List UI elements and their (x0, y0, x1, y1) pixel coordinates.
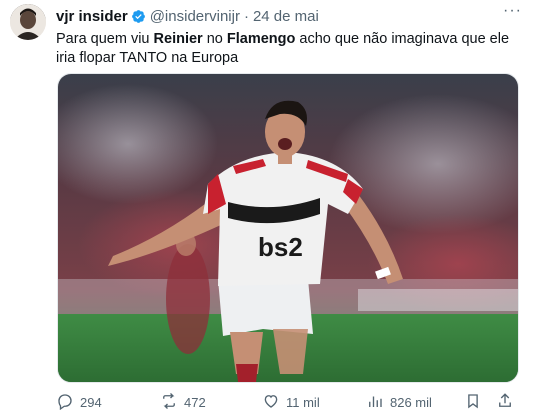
display-name[interactable]: vjr insider (56, 8, 128, 25)
views-button[interactable]: 826 mil (366, 392, 432, 413)
user-handle[interactable]: @insidervinijr (150, 8, 240, 25)
tweet-photo[interactable]: bs2 (57, 73, 519, 383)
more-icon[interactable]: ··· (503, 2, 522, 20)
views-count: 826 mil (390, 394, 432, 410)
avatar[interactable] (10, 4, 46, 40)
retweet-icon (160, 392, 184, 413)
verified-icon (131, 9, 146, 24)
like-icon (262, 392, 286, 413)
jersey-sponsor-text: bs2 (258, 232, 303, 262)
text-bold-reinier: Reinier (153, 31, 203, 47)
tweet-date[interactable]: 24 de mai (253, 8, 319, 25)
retweet-button[interactable]: 472 (160, 392, 206, 413)
share-button[interactable] (496, 392, 520, 413)
like-button[interactable]: 11 mil (262, 392, 320, 413)
bookmark-button[interactable] (464, 392, 488, 413)
views-icon (366, 392, 390, 413)
tweet: vjr insider @insidervinijr · 24 de mai ·… (0, 0, 534, 415)
text-part: Para quem viu (56, 31, 154, 47)
separator-dot: · (243, 7, 249, 25)
reply-icon (56, 392, 80, 413)
text-part: no (202, 31, 227, 47)
tweet-text: Para quem viu Reinier no Flamengo acho q… (56, 30, 521, 68)
like-count: 11 mil (286, 394, 320, 410)
reply-button[interactable]: 294 (56, 392, 102, 413)
retweet-count: 472 (184, 394, 206, 410)
reply-count: 294 (80, 394, 102, 410)
text-bold-flamengo: Flamengo (226, 31, 296, 47)
tweet-actions: 294 472 11 mil 826 mil (56, 391, 526, 413)
tweet-header: vjr insider @insidervinijr · 24 de mai (56, 6, 524, 26)
share-icon (496, 392, 520, 413)
bookmark-icon (464, 392, 488, 413)
